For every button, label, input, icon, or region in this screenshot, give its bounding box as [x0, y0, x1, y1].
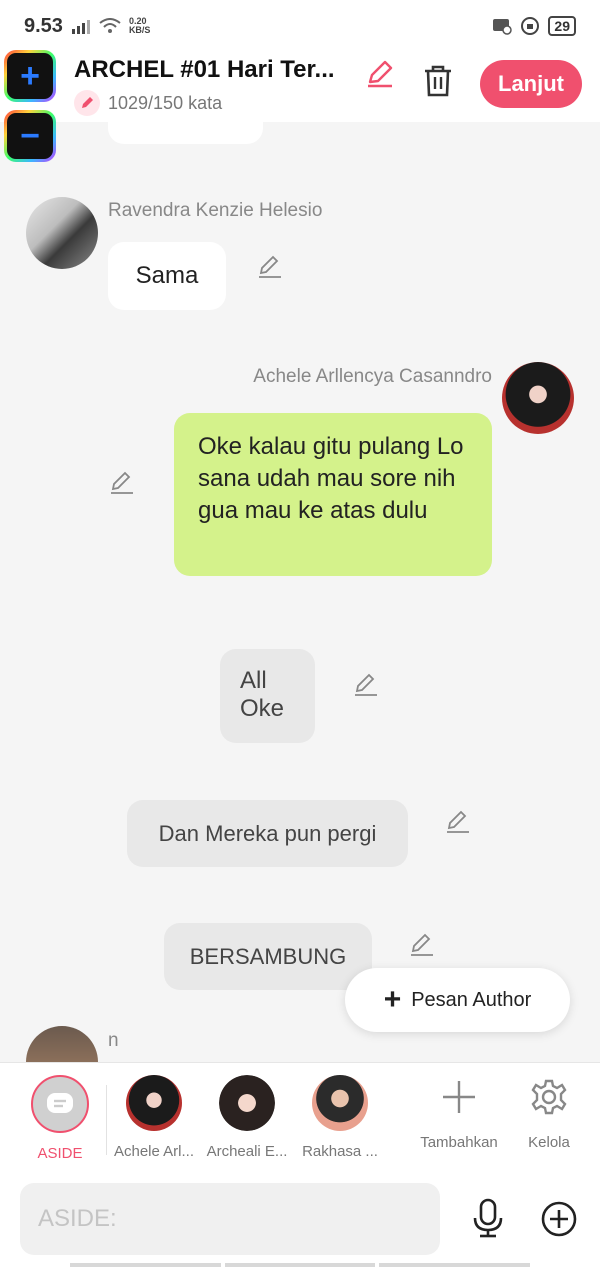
plus-icon	[443, 1081, 475, 1113]
edit-title-button[interactable]	[364, 58, 396, 95]
author-message-label: Pesan Author	[411, 988, 532, 1011]
pencil-icon[interactable]	[408, 932, 436, 958]
message-author: Ravendra Kenzie Helesio	[108, 200, 323, 221]
pencil-icon[interactable]	[444, 809, 472, 835]
avatar	[312, 1075, 368, 1131]
message-input[interactable]	[20, 1183, 440, 1255]
avatar	[126, 1075, 182, 1131]
manage-label: Kelola	[528, 1134, 570, 1151]
status-bar: 9.53 0.20 KB/S 29	[0, 0, 600, 52]
narration-bubble[interactable]: BERSAMBUNG	[164, 923, 372, 990]
message-author: Achele Arllencya Casanndro	[253, 366, 492, 387]
character-rakhasa[interactable]: Rakhasa ...	[296, 1075, 384, 1160]
signal-icon	[71, 20, 90, 34]
continue-button[interactable]: Lanjut	[480, 60, 582, 108]
narration-bubble[interactable]: All Oke	[220, 649, 315, 743]
message-text: BERSAMBUNG	[189, 943, 347, 969]
character-aside[interactable]: ASIDE	[16, 1075, 104, 1162]
editor-header: ARCHEL #01 Hari Ter... 1029/150 kata Lan…	[0, 52, 600, 122]
message-bubble[interactable]	[108, 122, 263, 144]
pencil-icon	[74, 90, 100, 116]
pencil-icon[interactable]	[108, 470, 136, 496]
input-bar	[0, 1170, 600, 1267]
message-bubble[interactable]: Sama	[108, 242, 226, 310]
rotation-lock-icon	[521, 17, 540, 35]
wifi-icon	[99, 18, 121, 33]
voice-button[interactable]	[470, 1198, 506, 1243]
character-bar: ASIDE Achele Arl... Archeali E... Rakhas…	[0, 1062, 600, 1170]
avatar[interactable]	[26, 197, 98, 269]
message-author: n	[108, 1030, 119, 1051]
battery-icon: 29	[548, 16, 576, 36]
add-character-button[interactable]: Tambahkan	[414, 1077, 504, 1151]
pencil-icon[interactable]	[256, 254, 284, 280]
attach-button[interactable]	[540, 1200, 578, 1243]
message-icon	[31, 1075, 89, 1133]
message-text: Oke kalau gitu pulang Lo sana udah mau s…	[198, 433, 464, 524]
character-label: ASIDE	[37, 1145, 83, 1162]
net-unit: KB/S	[128, 25, 151, 35]
character-label: Rakhasa ...	[302, 1143, 378, 1160]
message-text: Sama	[135, 262, 199, 289]
microphone-icon	[473, 1198, 503, 1238]
character-label: Archeali E...	[206, 1143, 288, 1160]
narration-bubble[interactable]: Dan Mereka pun pergi	[127, 800, 408, 867]
delete-button[interactable]	[422, 64, 454, 103]
divider	[106, 1085, 107, 1155]
message-text: Dan Mereka pun pergi	[158, 820, 377, 846]
avatar[interactable]	[26, 1026, 98, 1062]
zoom-out-button[interactable]: −	[4, 110, 56, 162]
message-text: All Oke	[240, 667, 285, 722]
story-title[interactable]: ARCHEL #01 Hari Ter...	[74, 56, 354, 84]
word-count: 1029/150 kata	[108, 92, 223, 113]
character-archeali[interactable]: Archeali E...	[203, 1075, 291, 1160]
manage-button[interactable]: Kelola	[504, 1077, 594, 1151]
chat-area[interactable]: Ravendra Kenzie Helesio Sama Achele Arll…	[0, 122, 600, 1062]
plus-icon: +	[383, 983, 402, 1016]
plus-icon: +	[20, 57, 40, 95]
minus-icon: −	[20, 117, 40, 155]
avatar	[219, 1075, 275, 1131]
bottom-indicator	[70, 1263, 531, 1267]
character-achele[interactable]: Achele Arl...	[110, 1075, 198, 1160]
add-label: Tambahkan	[420, 1134, 498, 1151]
character-label: Achele Arl...	[113, 1143, 195, 1160]
pencil-icon	[368, 60, 393, 88]
pencil-icon[interactable]	[352, 672, 380, 698]
status-time: 9.53	[24, 14, 63, 37]
trash-icon	[425, 65, 451, 97]
gear-icon	[531, 1079, 567, 1115]
avatar[interactable]	[502, 362, 574, 434]
message-bubble[interactable]: Oke kalau gitu pulang Lo sana udah mau s…	[174, 413, 492, 576]
add-circle-icon	[541, 1201, 577, 1237]
author-message-button[interactable]: + Pesan Author	[345, 968, 570, 1032]
notification-icon	[493, 19, 513, 35]
zoom-in-button[interactable]: +	[4, 50, 56, 102]
